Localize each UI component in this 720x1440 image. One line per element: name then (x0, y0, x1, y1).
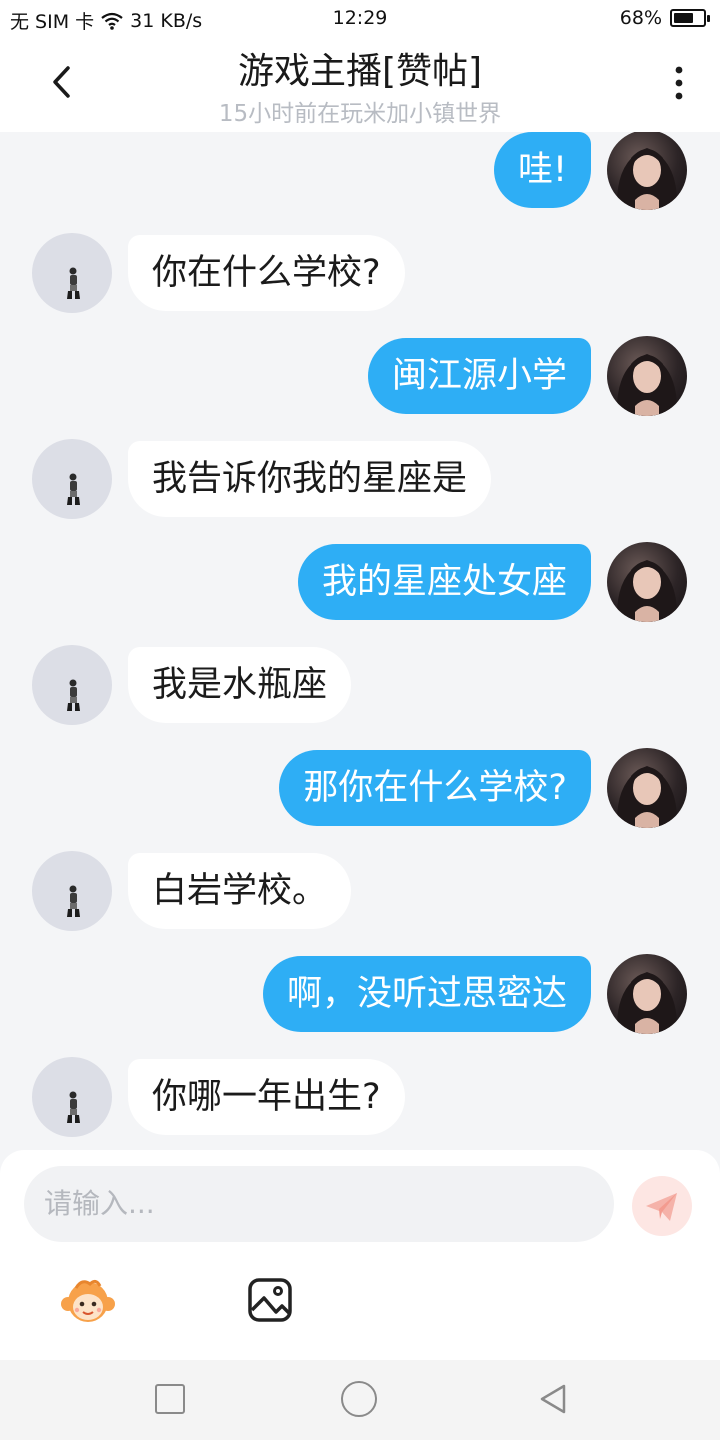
system-back-button[interactable] (536, 1382, 570, 1416)
contact-avatar[interactable] (32, 645, 112, 725)
message-bubble[interactable]: 哇! (493, 132, 591, 208)
image-icon (248, 1278, 292, 1322)
image-button[interactable] (246, 1276, 294, 1324)
my-avatar[interactable] (607, 542, 687, 622)
more-vertical-icon (675, 66, 683, 100)
monkey-emoji-icon (61, 1279, 115, 1322)
message-bubble[interactable]: 闽江源小学 (367, 338, 591, 414)
message-list[interactable]: 哇! 你在什么学校? 闽江源小学我告诉你我的星座是我的星座处女座我是水瓶座那你在什么… (0, 132, 720, 1150)
message-bubble[interactable]: 我是水瓶座 (128, 647, 352, 723)
received-message: 白岩学校。 (0, 851, 720, 931)
my-avatar[interactable] (607, 132, 687, 210)
contact-avatar[interactable] (32, 233, 112, 313)
message-bubble[interactable]: 你哪一年出生? (128, 1059, 405, 1135)
recent-apps-button[interactable] (155, 1384, 185, 1414)
message-bubble[interactable]: 那你在什么学校? (279, 750, 591, 826)
input-panel: 请输入... (0, 1150, 720, 1360)
sent-message: 我的星座处女座 (0, 542, 720, 622)
message-input[interactable]: 请输入... (24, 1166, 614, 1242)
battery-fill (674, 13, 693, 23)
status-bar: 无 SIM 卡 31 KB/s 12:29 68% (0, 0, 720, 36)
status-right: 68% (619, 7, 710, 29)
battery-percent: 68% (619, 7, 662, 29)
received-message: 我是水瓶座 (0, 645, 720, 725)
sent-message: 哇! (0, 132, 720, 210)
message-bubble[interactable]: 我的星座处女座 (297, 544, 591, 620)
message-bubble[interactable]: 啊，没听过思密达 (262, 956, 591, 1032)
message-bubble[interactable]: 白岩学校。 (128, 853, 352, 929)
input-placeholder: 请输入... (44, 1187, 155, 1220)
system-nav-bar (0, 1360, 720, 1440)
chat-subtitle: 15小时前在玩米加小镇世界 (218, 101, 502, 127)
my-avatar[interactable] (607, 336, 687, 416)
chat-header: 游戏主播[赞帖] 15小时前在玩米加小镇世界 (0, 36, 720, 132)
received-message: 我告诉你我的星座是 (0, 439, 720, 519)
contact-avatar[interactable] (32, 439, 112, 519)
my-avatar[interactable] (607, 748, 687, 828)
sent-message: 那你在什么学校? (0, 748, 720, 828)
message-bubble[interactable]: 你在什么学校? (128, 235, 405, 311)
emoji-button[interactable] (60, 1276, 116, 1326)
chat-title: 游戏主播[赞帖] (237, 51, 483, 92)
contact-avatar[interactable] (32, 1057, 112, 1137)
sent-message: 闽江源小学 (0, 336, 720, 416)
my-avatar[interactable] (607, 954, 687, 1034)
more-button[interactable] (664, 64, 694, 104)
contact-avatar[interactable] (32, 851, 112, 931)
message-bubble[interactable]: 我告诉你我的星座是 (128, 441, 492, 517)
sent-message: 啊，没听过思密达 (0, 954, 720, 1034)
triangle-back-icon (540, 1384, 566, 1414)
send-button[interactable] (632, 1176, 692, 1236)
home-button[interactable] (341, 1381, 377, 1417)
battery-icon (670, 9, 710, 27)
paper-plane-icon (646, 1193, 677, 1221)
received-message: 你哪一年出生? (0, 1057, 720, 1137)
received-message: 你在什么学校? (0, 233, 720, 313)
status-time: 12:29 (332, 7, 388, 29)
